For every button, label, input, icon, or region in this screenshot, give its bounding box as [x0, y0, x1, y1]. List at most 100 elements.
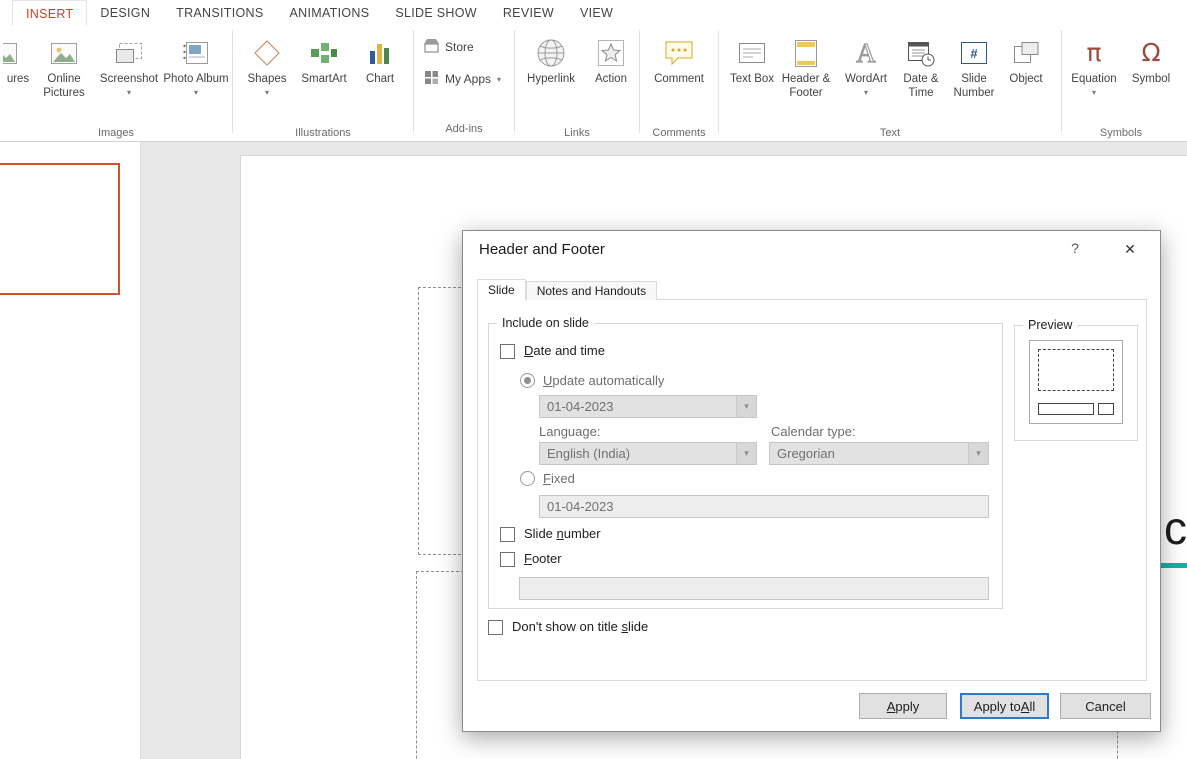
dont-show-on-title-label[interactable]: Don't show on title slide: [512, 619, 648, 634]
slide-number-checkbox[interactable]: [500, 527, 515, 542]
text-box-button[interactable]: Text Box: [729, 28, 775, 126]
slide-thumbnail[interactable]: [0, 163, 120, 295]
cancel-button[interactable]: Cancel: [1060, 693, 1151, 719]
store-icon: [424, 38, 439, 56]
language-label: Language:: [539, 424, 600, 439]
tab-design[interactable]: DESIGN: [87, 0, 163, 26]
wordart-icon: A: [851, 34, 881, 72]
language-dropdown: English (India) ▾: [539, 442, 757, 465]
apply-button[interactable]: Apply: [859, 693, 947, 719]
date-time-icon: [908, 34, 935, 72]
symbol-button[interactable]: Ω Symbol: [1124, 28, 1178, 126]
ribbon-group-symbols: π Equation ▾ Ω Symbol Symbols: [1062, 26, 1180, 141]
comment-button[interactable]: Comment: [646, 28, 712, 126]
slide-number-label[interactable]: Slide number: [524, 526, 601, 541]
equation-label: Equation: [1071, 72, 1116, 86]
calendar-type-label: Calendar type:: [771, 424, 856, 439]
date-and-time-label[interactable]: Date and time: [524, 343, 605, 358]
equation-button[interactable]: π Equation ▾: [1064, 28, 1124, 126]
group-label-symbols: Symbols: [1062, 126, 1180, 141]
slide-number-label: Slide Number: [947, 72, 1001, 100]
wordart-label: WordArt: [845, 72, 887, 86]
pictures-label: ures: [3, 72, 33, 86]
fixed-radio: [520, 471, 535, 486]
include-on-slide-group: Include on slide: [488, 323, 1003, 609]
object-button[interactable]: Object: [1001, 28, 1051, 126]
tab-slide[interactable]: Slide: [477, 279, 526, 300]
header-footer-label: Header & Footer: [775, 72, 837, 100]
preview-group: Preview: [1014, 325, 1138, 441]
chart-button[interactable]: Chart: [356, 28, 404, 126]
dropdown-arrow-icon: ▾: [127, 88, 131, 97]
date-time-button[interactable]: Date & Time: [895, 28, 947, 126]
action-label: Action: [595, 72, 627, 86]
hyperlink-button[interactable]: Hyperlink: [517, 28, 585, 126]
svg-text:A: A: [856, 39, 876, 67]
tab-view[interactable]: VIEW: [567, 0, 626, 26]
chevron-down-icon: ▾: [736, 396, 756, 417]
photo-album-button[interactable]: Photo Album ▾: [163, 28, 229, 126]
smartart-icon: [310, 34, 338, 72]
dropdown-arrow-icon: ▾: [1092, 88, 1096, 97]
pictures-button[interactable]: ures: [3, 28, 33, 126]
shapes-label: Shapes: [247, 72, 286, 86]
tab-animations[interactable]: ANIMATIONS: [277, 0, 383, 26]
tab-notes-and-handouts[interactable]: Notes and Handouts: [526, 281, 657, 300]
ribbon-group-comments: Comment Comments: [640, 26, 718, 141]
online-pictures-button[interactable]: Online Pictures: [33, 28, 95, 126]
powerpoint-window: INSERT DESIGN TRANSITIONS ANIMATIONS SLI…: [0, 0, 1187, 759]
screenshot-icon: [116, 34, 142, 72]
screenshot-button[interactable]: Screenshot ▾: [95, 28, 163, 126]
slide-thumbnail-pane: [0, 141, 141, 759]
tab-slide-show[interactable]: SLIDE SHOW: [382, 0, 490, 26]
action-button[interactable]: Action: [585, 28, 637, 126]
close-icon[interactable]: ✕: [1115, 237, 1145, 261]
slide-number-icon: #: [961, 34, 987, 72]
my-apps-label: My Apps: [445, 72, 491, 86]
header-footer-icon: [795, 34, 817, 72]
symbol-label: Symbol: [1132, 72, 1170, 86]
dont-show-on-title-checkbox[interactable]: [488, 620, 503, 635]
date-format-dropdown: 01-04-2023 ▾: [539, 395, 757, 418]
dropdown-arrow-icon: ▾: [194, 88, 198, 97]
ribbon-group-text: Text Box Header & Footer A WordArt ▾: [719, 26, 1061, 141]
smartart-button[interactable]: SmartArt: [292, 28, 356, 126]
group-label-text: Text: [719, 126, 1061, 141]
wordart-button[interactable]: A WordArt ▾: [837, 28, 895, 126]
globe-hyperlink-icon: [536, 34, 566, 72]
apply-to-all-button[interactable]: Apply to All: [960, 693, 1049, 719]
omega-symbol-icon: Ω: [1141, 34, 1160, 72]
store-label: Store: [445, 40, 474, 54]
tab-transitions[interactable]: TRANSITIONS: [163, 0, 276, 26]
screenshot-label: Screenshot: [100, 72, 158, 86]
ribbon: INSERT DESIGN TRANSITIONS ANIMATIONS SLI…: [0, 0, 1187, 142]
date-and-time-checkbox[interactable]: [500, 344, 515, 359]
ribbon-tab-bar: INSERT DESIGN TRANSITIONS ANIMATIONS SLI…: [0, 0, 1187, 26]
chart-label: Chart: [366, 72, 394, 86]
preview-number-placeholder: [1098, 403, 1114, 415]
chart-icon: [369, 34, 391, 72]
my-apps-button[interactable]: My Apps ▾: [424, 70, 501, 88]
dialog-tab-bar: Slide Notes and Handouts: [477, 279, 657, 300]
group-label-illustrations: Illustrations: [233, 126, 413, 141]
header-footer-button[interactable]: Header & Footer: [775, 28, 837, 126]
update-automatically-radio: [520, 373, 535, 388]
group-label-links: Links: [515, 126, 639, 141]
action-star-icon: [598, 34, 624, 72]
store-button[interactable]: Store: [424, 38, 501, 56]
footer-label[interactable]: Footer: [524, 551, 562, 566]
calendar-type-dropdown: Gregorian ▾: [769, 442, 989, 465]
shapes-button[interactable]: Shapes ▾: [242, 28, 292, 126]
slide-number-button[interactable]: # Slide Number: [947, 28, 1001, 126]
text-box-label: Text Box: [730, 72, 774, 86]
object-label: Object: [1009, 72, 1042, 86]
dropdown-arrow-icon: ▾: [265, 88, 269, 97]
comment-label: Comment: [654, 72, 704, 86]
online-pictures-label: Online Pictures: [33, 72, 95, 100]
slide-partial-text: cl: [1164, 501, 1187, 555]
online-picture-icon: [51, 34, 77, 72]
tab-review[interactable]: REVIEW: [490, 0, 567, 26]
tab-insert[interactable]: INSERT: [12, 0, 87, 26]
help-button[interactable]: ?: [1065, 240, 1085, 260]
footer-checkbox[interactable]: [500, 552, 515, 567]
